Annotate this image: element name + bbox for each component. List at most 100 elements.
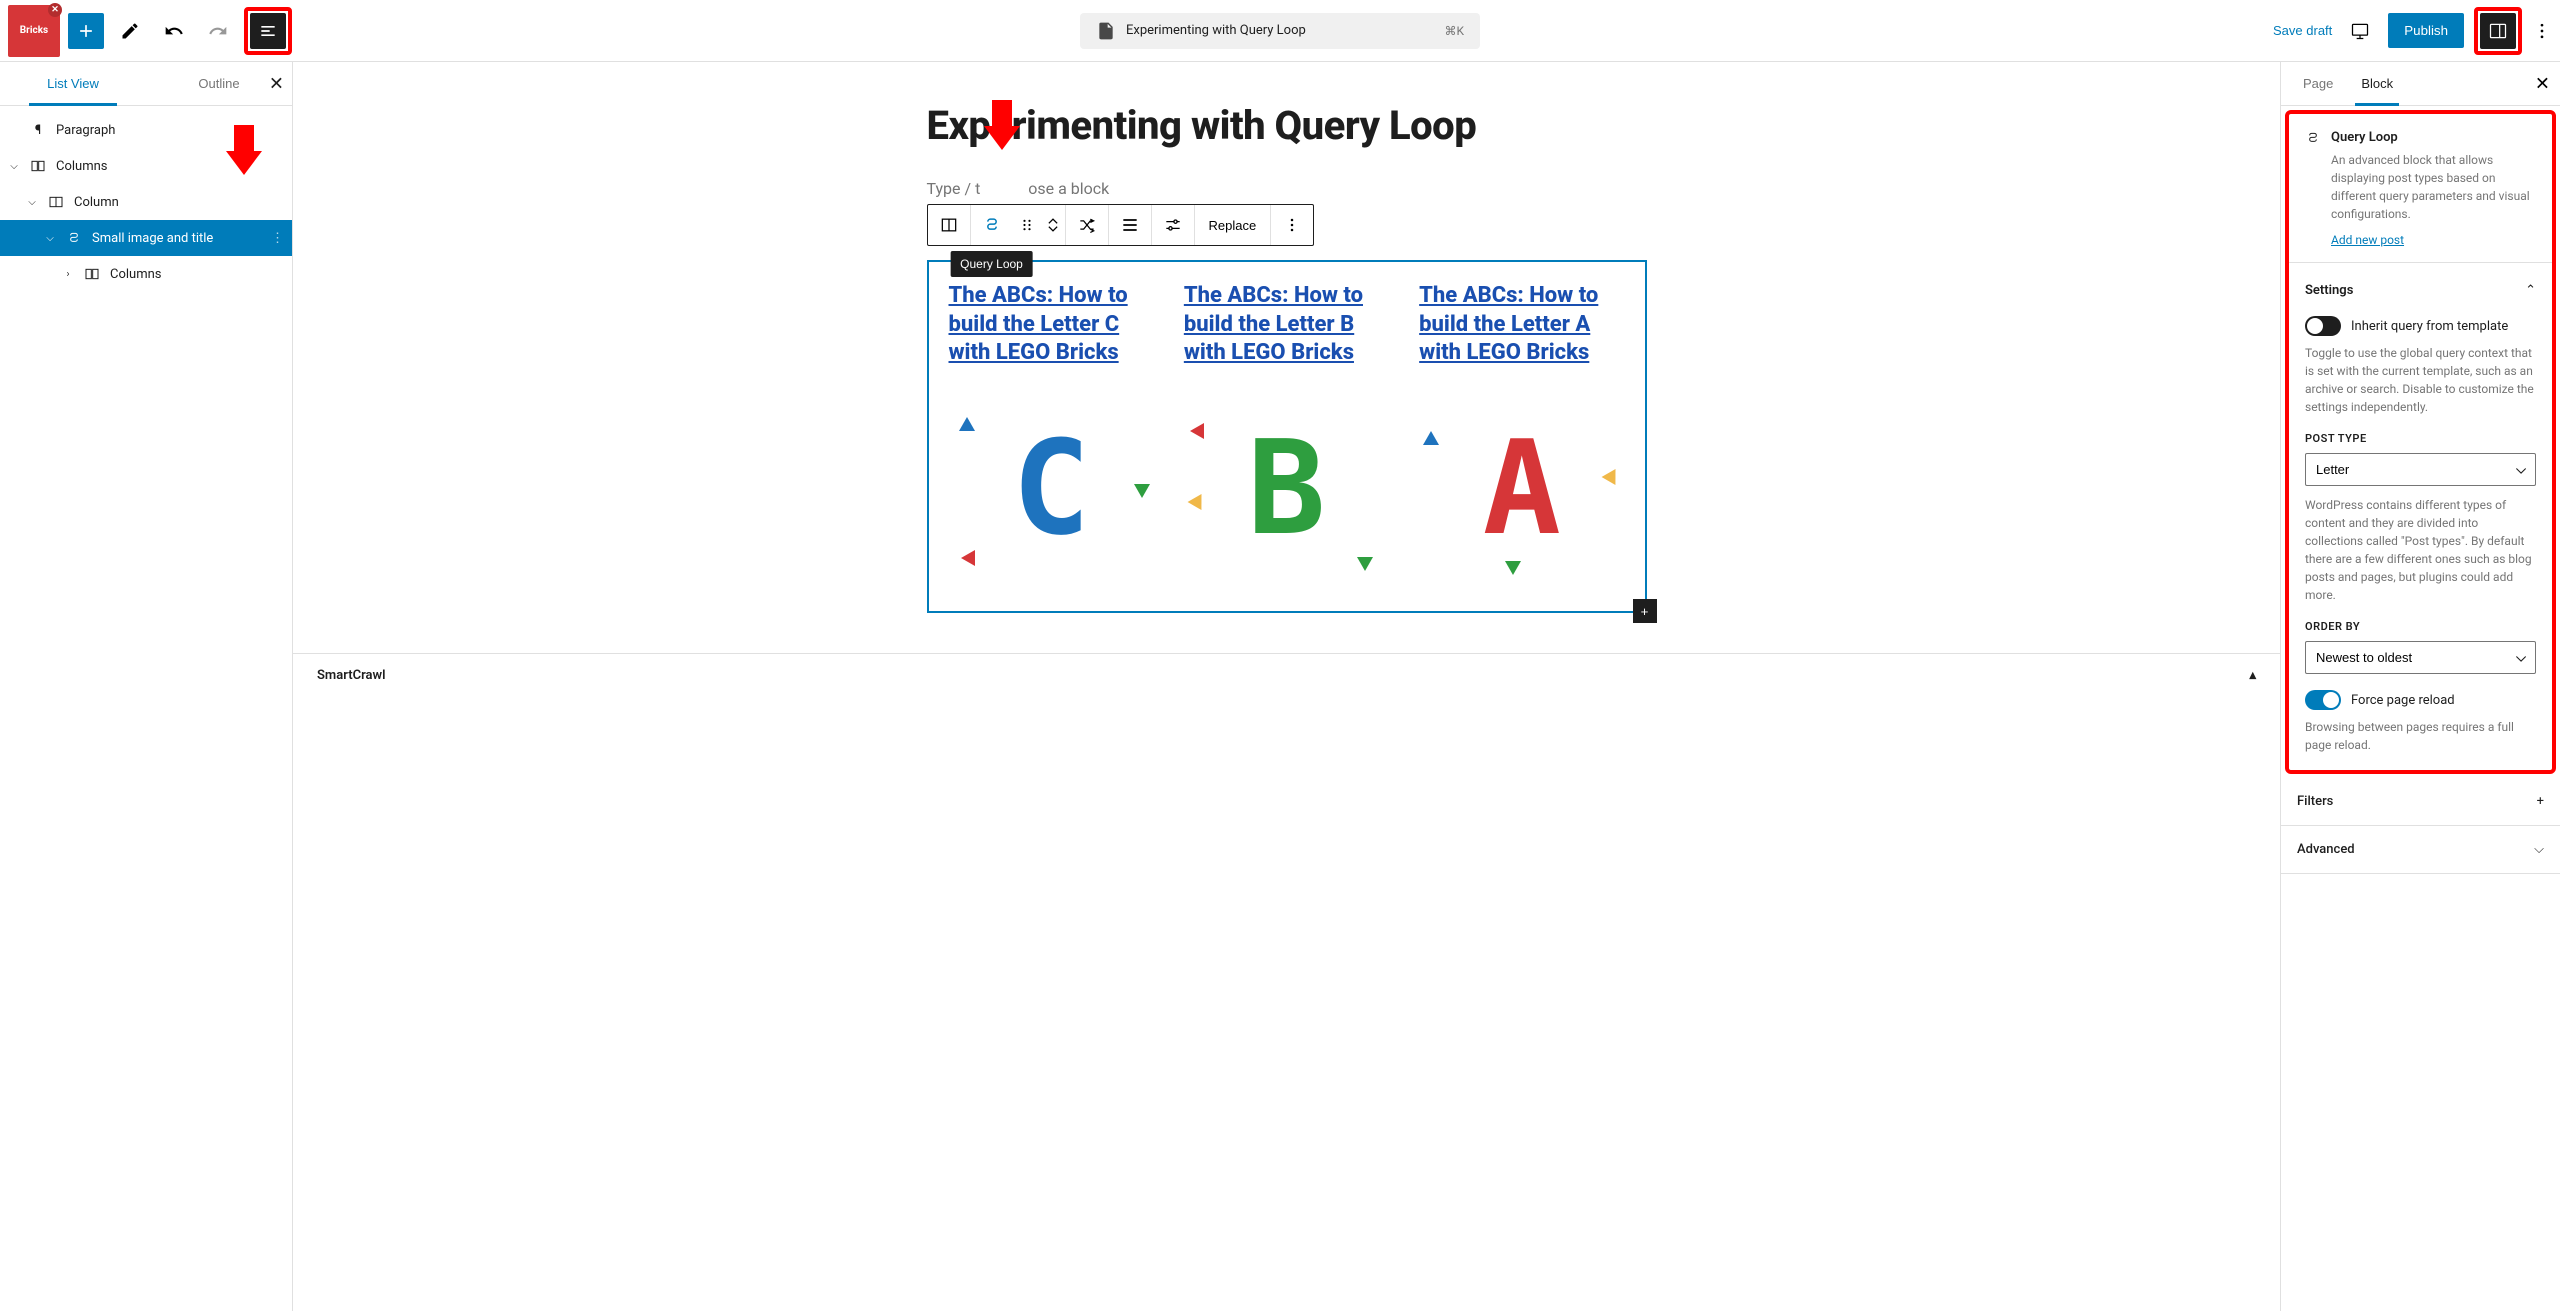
column-icon — [46, 192, 66, 212]
chevron-down-icon: ⌵ — [2534, 842, 2544, 857]
toolbar-align[interactable] — [1109, 205, 1151, 245]
toolbar-display-settings[interactable] — [1066, 205, 1108, 245]
toolbar-parent-block[interactable] — [928, 205, 970, 245]
left-panel: List View Outline ✕ ¶ Paragraph ⌵ Column… — [0, 62, 293, 1311]
more-options-button[interactable] — [2532, 13, 2552, 49]
right-panel: Page Block ✕ Query Loop An advanced bloc… — [2280, 62, 2560, 1311]
column-icon — [939, 215, 959, 235]
tab-block[interactable]: Block — [2347, 62, 2407, 105]
sliders-icon — [1163, 215, 1183, 235]
post-type-help: WordPress contains different types of co… — [2305, 496, 2536, 604]
command-palette[interactable]: Experimenting with Query Loop ⌘K — [1080, 13, 1480, 49]
columns-icon — [28, 156, 48, 176]
post-type-select[interactable]: Letter — [2305, 453, 2536, 486]
post-item: The ABCs: How to build the Letter A with… — [1419, 282, 1624, 591]
order-by-select[interactable]: Newest to oldest — [2305, 641, 2536, 674]
paragraph-icon: ¶ — [28, 120, 48, 140]
block-tree: ¶ Paragraph ⌵ Columns ⌵ Column ⌵ Small i… — [0, 106, 292, 298]
featured-image: C — [949, 386, 1154, 591]
post-item: The ABCs: How to build the Letter B with… — [1184, 282, 1389, 591]
editor-canvas: Experimenting with Query Loop Type / t o… — [293, 62, 2280, 1311]
topbar: Bricks Experimenting with Query Loop — [0, 0, 2560, 62]
tooltip: Query Loop — [950, 251, 1033, 277]
query-loop-block[interactable]: The ABCs: How to build the Letter C with… — [927, 260, 1647, 613]
toolbar-settings[interactable] — [1152, 205, 1194, 245]
loop-icon — [64, 228, 84, 248]
post-item: The ABCs: How to build the Letter C with… — [949, 282, 1154, 591]
advanced-section-toggle[interactable]: Advanced ⌵ — [2281, 826, 2560, 874]
close-left-panel[interactable]: ✕ — [269, 73, 284, 94]
add-block-button[interactable] — [68, 13, 104, 49]
document-overview-button[interactable] — [250, 13, 286, 49]
loop-icon — [2305, 130, 2321, 248]
more-vertical-icon — [1282, 215, 1302, 235]
force-reload-label: Force page reload — [2351, 693, 2455, 708]
annotation-arrow — [226, 151, 262, 175]
plus-icon — [76, 21, 96, 41]
toolbar-move-buttons[interactable] — [1041, 205, 1065, 245]
tree-item-options[interactable]: ⋮ — [271, 231, 284, 246]
align-icon — [1120, 215, 1140, 235]
tab-page[interactable]: Page — [2289, 62, 2347, 105]
block-inserter-prompt[interactable]: Type / t ose a block — [927, 179, 1647, 198]
shortcut-hint: ⌘K — [1444, 24, 1464, 38]
list-icon — [258, 21, 278, 41]
order-by-label: ORDER BY — [2305, 620, 2536, 633]
close-right-panel[interactable]: ✕ — [2535, 73, 2550, 94]
block-toolbar: Query Loop Replace — [927, 204, 1315, 246]
inherit-query-help: Toggle to use the global query context t… — [2305, 344, 2536, 416]
settings-section-toggle[interactable]: Settings ⌃ — [2305, 279, 2536, 302]
desktop-icon — [2350, 21, 2370, 41]
columns-icon — [82, 264, 102, 284]
filters-section-toggle[interactable]: Filters + — [2281, 778, 2560, 826]
footer-collapse[interactable]: ▴ — [2249, 668, 2256, 683]
loop-icon — [982, 215, 1002, 235]
post-type-label: POST TYPE — [2305, 432, 2536, 445]
post-title-link[interactable]: The ABCs: How to build the Letter B with… — [1184, 283, 1363, 365]
tab-list-view[interactable]: List View — [0, 62, 146, 105]
featured-image: A — [1419, 386, 1624, 591]
redo-button[interactable] — [200, 13, 236, 49]
post-title[interactable]: Experimenting with Query Loop — [927, 102, 1647, 149]
featured-image: B — [1184, 386, 1389, 591]
chevrons-icon — [1043, 215, 1063, 235]
append-block-button[interactable]: + — [1633, 599, 1657, 623]
inherit-query-label: Inherit query from template — [2351, 319, 2508, 334]
save-draft-button[interactable]: Save draft — [2273, 23, 2332, 38]
pencil-icon — [120, 21, 140, 41]
more-vertical-icon — [2532, 21, 2552, 41]
toolbar-block-type[interactable]: Query Loop — [971, 205, 1013, 245]
sidebar-icon — [2488, 21, 2508, 41]
shuffle-icon — [1077, 215, 1097, 235]
footer-plugin-name[interactable]: SmartCrawl — [317, 668, 386, 683]
preview-button[interactable] — [2342, 13, 2378, 49]
annotation-arrow — [984, 126, 1020, 169]
document-title: Experimenting with Query Loop — [1126, 23, 1306, 38]
undo-icon — [164, 21, 184, 41]
plus-icon: + — [2537, 794, 2544, 809]
toolbar-more[interactable] — [1271, 205, 1313, 245]
tree-item-column[interactable]: ⌵ Column — [0, 184, 292, 220]
editor-footer: SmartCrawl ▴ — [293, 653, 2280, 697]
add-new-post-link[interactable]: Add new post — [2331, 233, 2404, 247]
tree-item-query-loop[interactable]: ⌵ Small image and title ⋮ — [0, 220, 292, 256]
toolbar-drag-handle[interactable] — [1013, 205, 1041, 245]
inherit-query-toggle[interactable] — [2305, 316, 2341, 336]
undo-button[interactable] — [156, 13, 192, 49]
page-icon — [1096, 21, 1116, 41]
force-reload-help: Browsing between pages requires a full p… — [2305, 718, 2536, 754]
post-title-link[interactable]: The ABCs: How to build the Letter A with… — [1419, 283, 1598, 365]
tree-item-columns-inner[interactable]: › Columns — [0, 256, 292, 292]
chevron-up-icon: ⌃ — [2525, 283, 2536, 298]
post-title-link[interactable]: The ABCs: How to build the Letter C with… — [949, 283, 1128, 365]
block-description: An advanced block that allows displaying… — [2331, 151, 2536, 223]
drag-icon — [1017, 215, 1037, 235]
force-reload-toggle[interactable] — [2305, 690, 2341, 710]
block-name: Query Loop — [2331, 130, 2536, 145]
redo-icon — [208, 21, 228, 41]
toolbar-replace[interactable]: Replace — [1195, 205, 1271, 245]
settings-toggle-button[interactable] — [2480, 13, 2516, 49]
publish-button[interactable]: Publish — [2388, 13, 2464, 48]
wp-logo[interactable]: Bricks — [8, 5, 60, 57]
tools-button[interactable] — [112, 13, 148, 49]
